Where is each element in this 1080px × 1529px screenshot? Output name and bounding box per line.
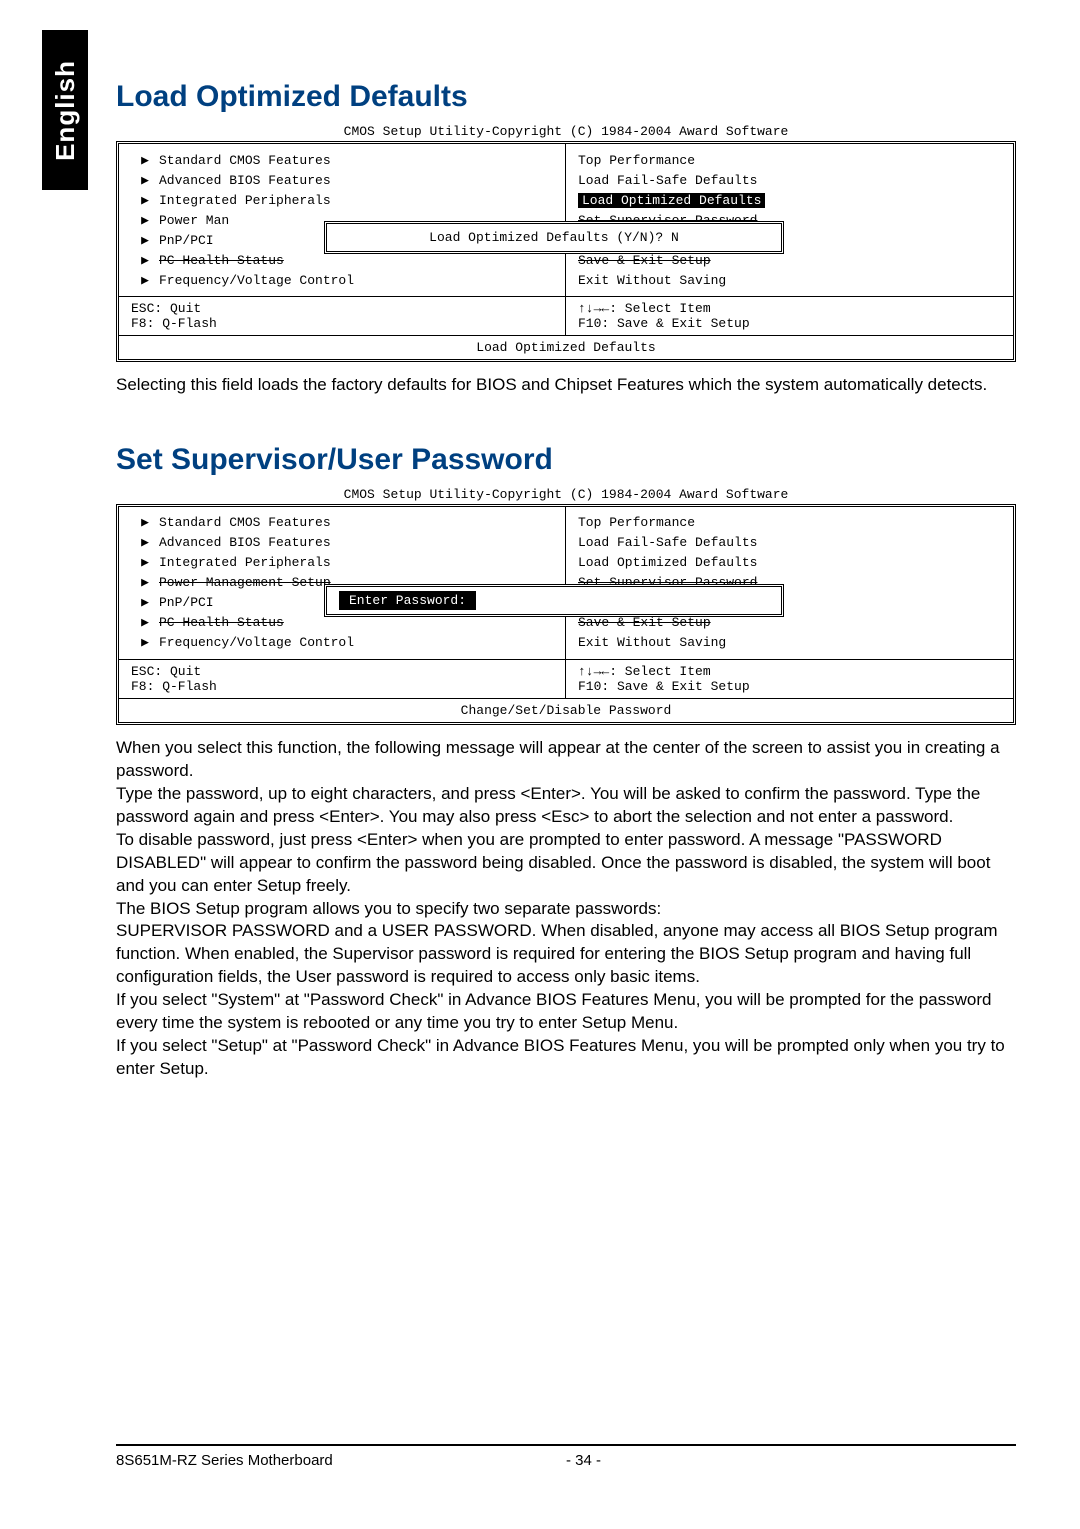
triangle-icon: ▶: [131, 173, 159, 188]
bios1-caption: CMOS Setup Utility-Copyright (C) 1984-20…: [116, 124, 1016, 139]
bios1-popup[interactable]: Load Optimized Defaults (Y/N)? N: [324, 221, 784, 254]
triangle-icon: ▶: [131, 615, 159, 630]
hint-f8: F8: Q-Flash: [131, 316, 553, 331]
triangle-icon: ▶: [131, 193, 159, 208]
menu-item[interactable]: Load Optimized Defaults: [578, 190, 1001, 210]
menu-label: Integrated Peripherals: [159, 193, 331, 208]
language-tab: English: [42, 30, 88, 190]
triangle-icon: ▶: [131, 233, 159, 248]
hint-cell: ESC: Quit F8: Q-Flash: [119, 660, 566, 698]
hint-cell: ESC: Quit F8: Q-Flash: [119, 297, 566, 335]
bios2-footer: Change/Set/Disable Password: [119, 698, 1013, 722]
hint-cell: ↑↓→←: Select Item F10: Save & Exit Setup: [566, 660, 1013, 698]
menu-label: Integrated Peripherals: [159, 555, 331, 570]
menu-label: Standard CMOS Features: [159, 515, 331, 530]
menu-label: Power Man: [159, 213, 229, 228]
menu-item[interactable]: ▶Frequency/Voltage Control: [131, 270, 553, 290]
triangle-icon: ▶: [131, 273, 159, 288]
menu-item[interactable]: Exit Without Saving: [578, 633, 1001, 653]
bios1-right-col: Top Performance Load Fail-Safe Defaults …: [566, 144, 1013, 296]
triangle-icon: ▶: [131, 253, 159, 268]
menu-label: Power Management Setup: [159, 575, 331, 590]
triangle-icon: ▶: [131, 575, 159, 590]
menu-label: Advanced BIOS Features: [159, 535, 331, 550]
menu-label: Advanced BIOS Features: [159, 173, 331, 188]
menu-item[interactable]: ▶Standard CMOS Features: [131, 513, 553, 533]
menu-label: PnP/PCI: [159, 595, 214, 610]
bios1-popup-text: Load Optimized Defaults (Y/N)? N: [327, 226, 781, 249]
menu-label: Frequency/Voltage Control: [159, 635, 354, 650]
menu-label: Exit Without Saving: [578, 635, 726, 650]
section2-body: When you select this function, the follo…: [116, 737, 1016, 1081]
bios2-popup[interactable]: Enter Password:: [324, 584, 784, 617]
triangle-icon: ▶: [131, 555, 159, 570]
body-paragraph: To disable password, just press <Enter> …: [116, 829, 1016, 898]
triangle-icon: ▶: [131, 635, 159, 650]
menu-label: PnP/PCI: [159, 233, 214, 248]
menu-label: Exit Without Saving: [578, 273, 726, 288]
section1-body: Selecting this field loads the factory d…: [116, 374, 1016, 397]
menu-label: Save & Exit Setup: [578, 615, 711, 630]
menu-item[interactable]: Load Optimized Defaults: [578, 553, 1001, 573]
bios1-left-col: ▶Standard CMOS Features ▶Advanced BIOS F…: [119, 144, 566, 296]
bios1-footer: Load Optimized Defaults: [119, 335, 1013, 359]
body-paragraph: When you select this function, the follo…: [116, 737, 1016, 783]
footer-product: 8S651M-RZ Series Motherboard: [116, 1452, 566, 1469]
hint-esc: ESC: Quit: [131, 301, 553, 316]
menu-item[interactable]: ▶Standard CMOS Features: [131, 150, 553, 170]
section2-heading: Set Supervisor/User Password: [116, 443, 1016, 477]
menu-label: Frequency/Voltage Control: [159, 273, 354, 288]
menu-label: Top Performance: [578, 515, 695, 530]
hint-f10: F10: Save & Exit Setup: [578, 679, 1001, 694]
triangle-icon: ▶: [131, 153, 159, 168]
body-paragraph: The BIOS Setup program allows you to spe…: [116, 898, 1016, 921]
body-paragraph: SUPERVISOR PASSWORD and a USER PASSWORD.…: [116, 920, 1016, 989]
page-footer: 8S651M-RZ Series Motherboard - 34 -: [116, 1444, 1016, 1469]
menu-item[interactable]: ▶Integrated Peripherals: [131, 553, 553, 573]
menu-label-highlighted: Load Optimized Defaults: [578, 193, 765, 208]
menu-label: Top Performance: [578, 153, 695, 168]
footer-page-number: - 34 -: [566, 1452, 1016, 1469]
menu-item[interactable]: Exit Without Saving: [578, 270, 1001, 290]
hint-select: ↑↓→←: Select Item: [578, 301, 1001, 316]
menu-item[interactable]: ▶Frequency/Voltage Control: [131, 633, 553, 653]
bios1-hint-row: ESC: Quit F8: Q-Flash ↑↓→←: Select Item …: [119, 296, 1013, 335]
menu-label: PC Health Status: [159, 615, 284, 630]
triangle-icon: ▶: [131, 515, 159, 530]
bios2-box: ▶Standard CMOS Features ▶Advanced BIOS F…: [116, 504, 1016, 725]
hint-esc: ESC: Quit: [131, 664, 553, 679]
menu-label: Load Optimized Defaults: [578, 555, 757, 570]
page-content: Load Optimized Defaults CMOS Setup Utili…: [116, 80, 1016, 1081]
body-paragraph: If you select "System" at "Password Chec…: [116, 989, 1016, 1035]
section1-heading: Load Optimized Defaults: [116, 80, 1016, 114]
body-paragraph: If you select "Setup" at "Password Check…: [116, 1035, 1016, 1081]
hint-select: ↑↓→←: Select Item: [578, 664, 1001, 679]
language-tab-label: English: [50, 60, 81, 161]
menu-item[interactable]: ▶Advanced BIOS Features: [131, 170, 553, 190]
hint-f8: F8: Q-Flash: [131, 679, 553, 694]
menu-item[interactable]: Load Fail-Safe Defaults: [578, 170, 1001, 190]
bios2-hint-row: ESC: Quit F8: Q-Flash ↑↓→←: Select Item …: [119, 659, 1013, 698]
bios1-box: ▶Standard CMOS Features ▶Advanced BIOS F…: [116, 141, 1016, 362]
menu-label: PC Health Status: [159, 253, 284, 268]
bios2-right-col: Top Performance Load Fail-Safe Defaults …: [566, 507, 1013, 659]
bios2-popup-label: Enter Password:: [339, 591, 476, 610]
hint-f10: F10: Save & Exit Setup: [578, 316, 1001, 331]
bios2-left-col: ▶Standard CMOS Features ▶Advanced BIOS F…: [119, 507, 566, 659]
menu-label: Save & Exit Setup: [578, 253, 711, 268]
menu-item[interactable]: Top Performance: [578, 150, 1001, 170]
triangle-icon: ▶: [131, 535, 159, 550]
menu-label: Load Fail-Safe Defaults: [578, 535, 757, 550]
menu-item[interactable]: ▶Advanced BIOS Features: [131, 533, 553, 553]
menu-item[interactable]: Load Fail-Safe Defaults: [578, 533, 1001, 553]
menu-item[interactable]: Top Performance: [578, 513, 1001, 533]
triangle-icon: ▶: [131, 595, 159, 610]
menu-item[interactable]: ▶Integrated Peripherals: [131, 190, 553, 210]
hint-cell: ↑↓→←: Select Item F10: Save & Exit Setup: [566, 297, 1013, 335]
triangle-icon: ▶: [131, 213, 159, 228]
body-paragraph: Type the password, up to eight character…: [116, 783, 1016, 829]
bios2-caption: CMOS Setup Utility-Copyright (C) 1984-20…: [116, 487, 1016, 502]
menu-label: Load Fail-Safe Defaults: [578, 173, 757, 188]
menu-label: Standard CMOS Features: [159, 153, 331, 168]
